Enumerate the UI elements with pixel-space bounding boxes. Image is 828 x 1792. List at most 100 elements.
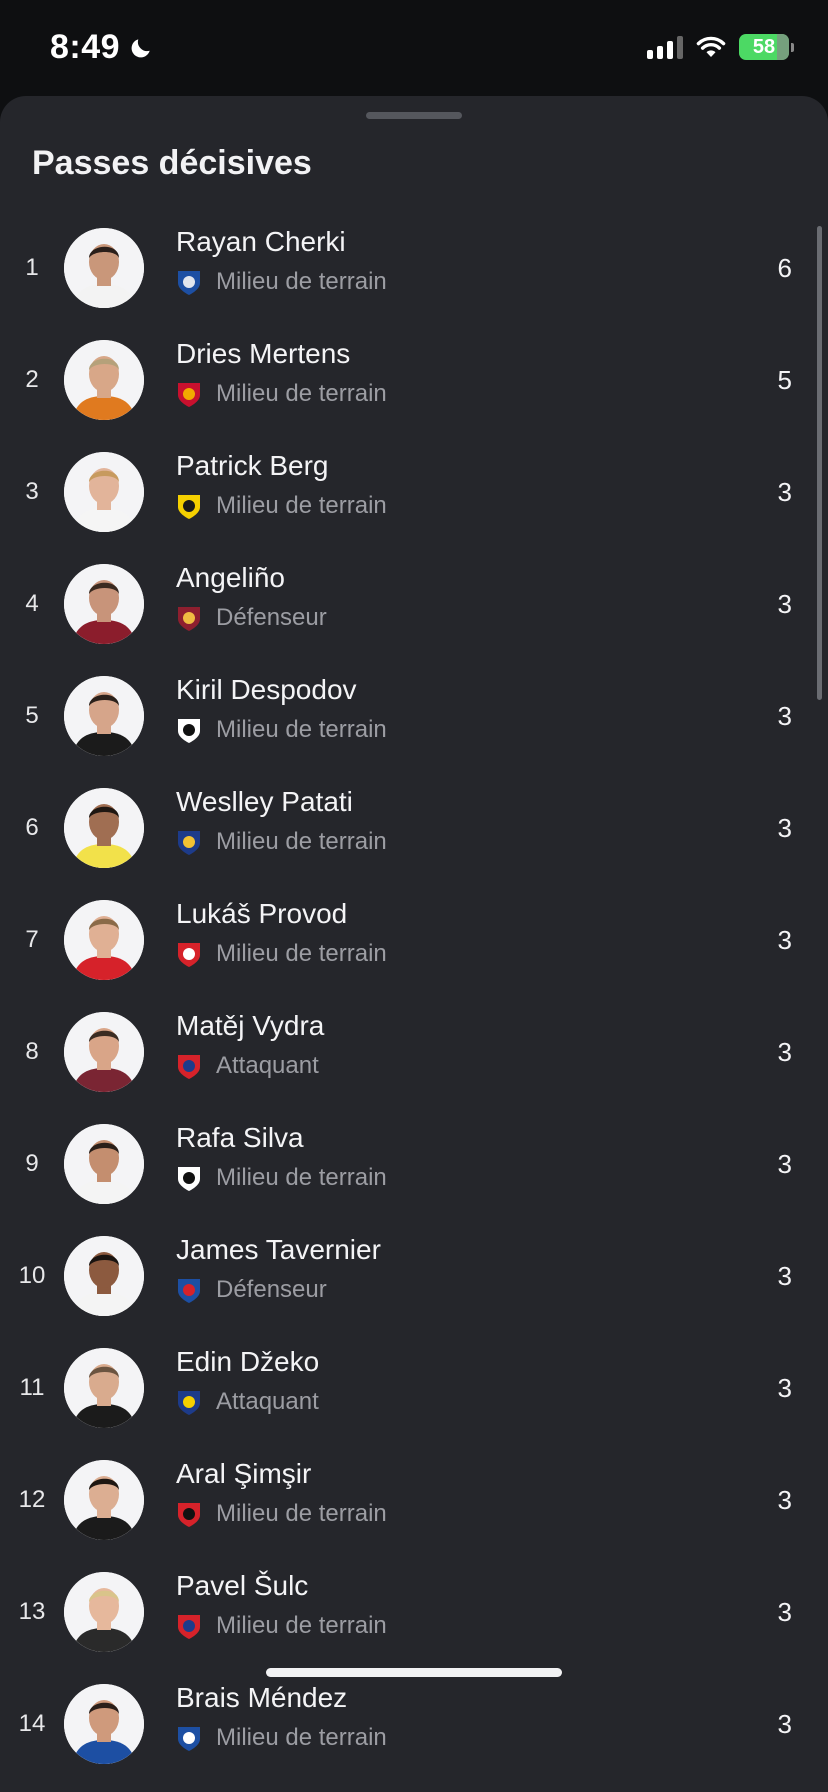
player-name: Rafa Silva: [176, 1122, 304, 1153]
player-meta: Attaquant: [176, 1052, 319, 1080]
player-avatar: [64, 1572, 144, 1652]
rank-number: 11: [19, 1374, 45, 1401]
team-crest-icon: [178, 1503, 200, 1527]
home-indicator[interactable]: [266, 1668, 562, 1677]
battery-level: 58: [752, 35, 776, 58]
player-name: Kiril Despodov: [176, 674, 357, 705]
player-row[interactable]: 1 Rayan Cherki Milieu de terrain 6: [0, 226, 828, 340]
player-meta: Milieu de terrain: [176, 268, 387, 296]
player-position: Milieu de terrain: [216, 828, 387, 855]
rank-number: 6: [25, 814, 39, 841]
team-crest-icon: [178, 831, 200, 855]
player-row[interactable]: 5 Kiril Despodov Milieu de terrain 3: [0, 674, 828, 788]
player-name: Brais Méndez: [176, 1682, 348, 1713]
player-avatar: [64, 900, 144, 980]
player-avatar: [64, 1012, 144, 1092]
player-meta: Milieu de terrain: [176, 1724, 387, 1752]
team-crest-icon: [178, 1279, 200, 1303]
sheet-title: Passes décisives: [32, 144, 312, 182]
player-name: James Tavernier: [176, 1234, 381, 1265]
rank-number: 2: [25, 366, 39, 393]
player-avatar: [64, 564, 144, 644]
rank-number: 12: [18, 1486, 46, 1513]
player-position: Milieu de terrain: [216, 716, 387, 743]
moon-icon: [131, 38, 150, 57]
assists-count: 5: [777, 365, 792, 395]
player-avatar: [64, 340, 144, 420]
player-avatar: [64, 452, 144, 532]
rank-number: 9: [25, 1150, 39, 1177]
player-avatar: [64, 1684, 144, 1764]
assists-count: 3: [777, 589, 792, 619]
player-position: Milieu de terrain: [216, 1612, 387, 1639]
player-position: Milieu de terrain: [216, 380, 387, 407]
player-row[interactable]: 6 Weslley Patati Milieu de terrain 3: [0, 786, 828, 900]
player-name: Dries Mertens: [176, 338, 351, 369]
player-row[interactable]: 2 Dries Mertens Milieu de terrain 5: [0, 338, 828, 452]
player-position: Défenseur: [216, 604, 327, 631]
assists-count: 3: [777, 1485, 792, 1515]
player-row[interactable]: 14 Brais Méndez Milieu de terrain 3: [0, 1682, 828, 1792]
player-avatar: [64, 676, 144, 756]
status-time: 8:49: [50, 28, 154, 67]
assists-sheet: Passes décisives 1 Rayan Cherki Milieu de …: [0, 96, 828, 1792]
team-crest-icon: [178, 1391, 200, 1415]
assists-count: 3: [777, 813, 792, 843]
team-crest-icon: [178, 271, 200, 295]
player-position: Milieu de terrain: [216, 1724, 387, 1751]
player-meta: Milieu de terrain: [176, 492, 387, 520]
player-row[interactable]: 11 Edin Džeko Attaquant 3: [0, 1346, 828, 1460]
assists-count: 6: [777, 253, 792, 283]
player-avatar: [64, 1124, 144, 1204]
player-name: Angeliño: [176, 562, 285, 593]
player-row[interactable]: 3 Patrick Berg Milieu de terrain 3: [0, 450, 828, 564]
team-crest-icon: [178, 1615, 200, 1639]
player-position: Attaquant: [216, 1388, 319, 1415]
player-list: 1 Rayan Cherki Milieu de terrain 6 2 Dries Me…: [0, 226, 828, 1792]
player-meta: Milieu de terrain: [176, 1612, 387, 1640]
player-row[interactable]: 8 Matěj Vydra Attaquant 3: [0, 1010, 828, 1124]
player-position: Milieu de terrain: [216, 492, 387, 519]
rank-number: 1: [25, 254, 39, 281]
player-name: Edin Džeko: [176, 1346, 320, 1377]
assists-count: 3: [777, 1261, 792, 1291]
player-name: Rayan Cherki: [176, 226, 346, 257]
team-crest-icon: [178, 1727, 200, 1751]
player-avatar: [64, 228, 144, 308]
player-row[interactable]: 10 James Tavernier Défenseur 3: [0, 1234, 828, 1348]
team-crest-icon: [178, 1055, 200, 1079]
assists-count: 3: [777, 701, 792, 731]
battery-tip: [791, 42, 794, 52]
player-meta: Milieu de terrain: [176, 940, 387, 968]
player-meta: Milieu de terrain: [176, 380, 387, 408]
rank-number: 3: [25, 478, 39, 505]
rank-number: 4: [25, 590, 39, 617]
assists-count: 3: [777, 1037, 792, 1067]
status-bar: 8:49 58: [0, 0, 828, 96]
team-crest-icon: [178, 495, 200, 519]
player-name: Lukáš Provod: [176, 898, 348, 929]
player-meta: Milieu de terrain: [176, 1500, 387, 1528]
rank-number: 7: [25, 926, 39, 953]
team-crest-icon: [178, 383, 200, 407]
player-name: Patrick Berg: [176, 450, 329, 481]
assists-count: 3: [777, 1373, 792, 1403]
player-meta: Défenseur: [176, 604, 327, 632]
team-crest-icon: [178, 607, 200, 631]
rank-number: 8: [25, 1038, 39, 1065]
player-row[interactable]: 9 Rafa Silva Milieu de terrain 3: [0, 1122, 828, 1236]
player-position: Milieu de terrain: [216, 1164, 387, 1191]
time-text: 8:49: [50, 28, 121, 66]
player-meta: Milieu de terrain: [176, 1164, 387, 1192]
assists-count: 3: [777, 477, 792, 507]
player-row[interactable]: 7 Lukáš Provod Milieu de terrain 3: [0, 898, 828, 1012]
assists-count: 3: [777, 925, 792, 955]
player-meta: Milieu de terrain: [176, 716, 387, 744]
player-row[interactable]: 12 Aral Şimşir Milieu de terrain 3: [0, 1458, 828, 1572]
player-avatar: [64, 1236, 144, 1316]
player-avatar: [64, 1348, 144, 1428]
player-meta: Défenseur: [176, 1276, 327, 1304]
player-avatar: [64, 788, 144, 868]
sheet-grabber-handle[interactable]: [366, 112, 462, 119]
player-row[interactable]: 4 Angeliño Défenseur 3: [0, 562, 828, 676]
